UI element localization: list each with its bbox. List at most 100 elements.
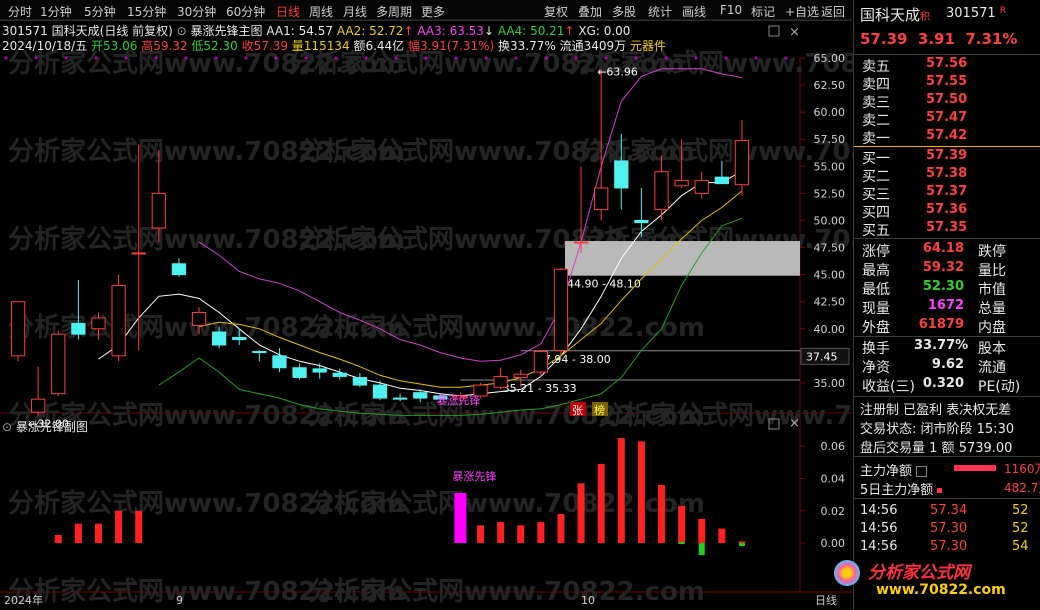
stat2-v1-2: 0.320: [914, 376, 964, 391]
dot-marker: [4, 56, 8, 60]
dot-marker: [784, 56, 788, 60]
bid-row-label-3: 买四: [862, 202, 890, 222]
dot-marker: [664, 56, 668, 60]
price-tick-label: 47.50: [814, 242, 846, 255]
info-line-1: 注册制 已盈利 表决权无差: [860, 399, 1040, 418]
candle-body[interactable]: [91, 317, 106, 330]
candle-body[interactable]: [594, 187, 609, 211]
candle-body[interactable]: [513, 373, 528, 379]
candle-body[interactable]: [312, 368, 327, 373]
sub-bar: [557, 514, 565, 544]
trade-vol: 54: [1012, 539, 1029, 554]
candle-body[interactable]: [734, 139, 750, 186]
candle-body[interactable]: [131, 252, 146, 255]
stat-l2-0: 跌停: [978, 241, 1006, 261]
candle-body[interactable]: [232, 336, 247, 341]
trade-price-2: 57.30: [930, 539, 967, 554]
chevron-down-icon[interactable]: ⊙: [2, 420, 12, 434]
candle-body[interactable]: [372, 384, 388, 399]
stat2-l2-1: 流通: [978, 357, 1006, 377]
candle-body[interactable]: [332, 372, 347, 377]
dot-marker: [274, 56, 278, 60]
dot-marker: [694, 56, 698, 60]
info-tags: 注册制 已盈利 表决权无差: [860, 403, 1012, 418]
sector-label[interactable]: 元器件: [630, 39, 666, 53]
last-price: 57.39: [860, 30, 908, 48]
flow-value-1: 1160万: [1004, 460, 1040, 477]
dot-marker: [64, 56, 68, 60]
dot-marker: [34, 56, 38, 60]
sub-bar: [738, 541, 746, 544]
candle-body[interactable]: [392, 397, 408, 400]
candle-body[interactable]: [553, 268, 569, 351]
dot-marker: [334, 56, 338, 60]
dot-marker: [364, 56, 368, 60]
stat-label: 跌停: [978, 244, 1006, 260]
sub-bar: [517, 525, 525, 544]
candle-body[interactable]: [51, 333, 66, 395]
trade-time: 14:56: [860, 539, 898, 554]
candle-body[interactable]: [694, 179, 709, 194]
dot-marker: [544, 56, 548, 60]
price-tick-label: 62.50: [814, 79, 846, 92]
candle-body[interactable]: [252, 351, 267, 354]
kline-chart[interactable]: 分析家公式网www.70822.com 分析家公式网www.70822.com 分析…: [0, 0, 853, 610]
candle-body[interactable]: [10, 301, 26, 357]
candle-body[interactable]: [191, 312, 207, 327]
stat-l2-4: 内盘: [978, 317, 1006, 337]
settings-icon[interactable]: [768, 25, 780, 37]
candle-body[interactable]: [634, 219, 649, 224]
dot-marker: [514, 56, 518, 60]
arrow-up-icon: ↑: [564, 24, 575, 38]
dot-marker: [394, 56, 398, 60]
candle-body[interactable]: [292, 367, 307, 379]
dot-marker: [724, 56, 728, 60]
bar-amount: 额6.44亿: [353, 39, 405, 53]
price-tick-label: 42.50: [814, 296, 846, 309]
sub-chart-title[interactable]: 暴涨先锋副图: [16, 420, 88, 434]
stat-label: 市值: [978, 282, 1006, 298]
indicator-name[interactable]: 暴涨先锋主图: [191, 24, 263, 38]
sub-bar: [637, 441, 645, 544]
bar-volume: 量115134: [291, 39, 350, 53]
bid-ask-divider: [854, 146, 1040, 147]
price-line: 57.39 3.91 7.31%: [860, 30, 1017, 48]
candle-body[interactable]: [272, 355, 287, 369]
candle-body[interactable]: [413, 392, 428, 399]
watermark-text: 分析家公式网www.70822.com: [308, 488, 705, 519]
candle-body[interactable]: [533, 351, 549, 373]
sub-bar: [115, 510, 123, 544]
candle-body[interactable]: [31, 398, 46, 413]
candle-body[interactable]: [714, 176, 729, 185]
tag-zhang: 张: [572, 404, 583, 417]
candle-body[interactable]: [111, 284, 126, 357]
grid-icon[interactable]: [916, 466, 928, 477]
candle-body[interactable]: [573, 241, 589, 244]
candle-body[interactable]: [674, 179, 689, 187]
stat2-v1-0: 33.77%: [914, 338, 968, 353]
sub-bar: [678, 542, 685, 545]
candle-body[interactable]: [352, 377, 368, 386]
candle-body[interactable]: [151, 192, 166, 229]
candle-body[interactable]: [493, 375, 508, 388]
ask-label: 卖一: [862, 131, 890, 147]
sub-tick-label: 0.02: [821, 505, 846, 518]
candle-body[interactable]: [614, 160, 629, 189]
series-line-MA-white: [98, 170, 743, 397]
divider: [854, 396, 1040, 397]
5d-flow-value: 482.7万: [1004, 481, 1040, 495]
candle-body[interactable]: [71, 322, 86, 335]
price-marker-label: 37.45: [806, 350, 838, 363]
sub-bar: [477, 525, 485, 544]
dot-marker: [484, 56, 488, 60]
main-flow-value: 1160万: [1004, 462, 1040, 476]
chevron-down-icon[interactable]: ⊙: [177, 24, 187, 38]
candle-body[interactable]: [654, 171, 669, 211]
quote-title: 国科天成积: [860, 4, 930, 25]
candle-body[interactable]: [211, 331, 227, 346]
candle-body[interactable]: [171, 263, 187, 276]
stat2-l2-2: PE(动): [978, 376, 1020, 396]
sub-tick-label: 0.06: [821, 440, 846, 453]
stat-v1-1: 59.32: [914, 260, 964, 275]
bid-price: 57.37: [926, 184, 968, 199]
